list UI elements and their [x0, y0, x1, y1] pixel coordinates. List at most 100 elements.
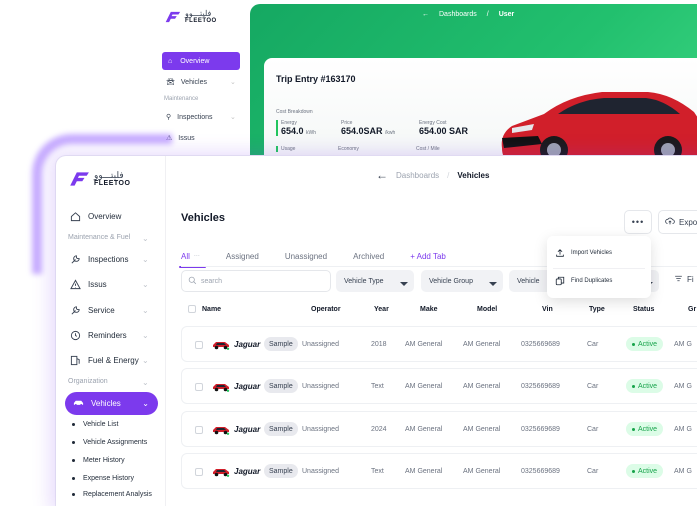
car-thumbnail-icon	[212, 424, 230, 435]
row-checkbox[interactable]	[195, 341, 203, 349]
more-options-menu: Import Vehicles Find Duplicates	[547, 236, 651, 298]
column-year[interactable]: Year	[374, 306, 389, 313]
status-badge: Active	[626, 422, 664, 436]
sidebar-subitem-vehicle-list[interactable]: Vehicle List	[72, 421, 118, 428]
sidebar-item-label: Vehicles	[91, 399, 121, 408]
menu-item-find-duplicates[interactable]: Find Duplicates	[555, 276, 612, 286]
arrow-left-icon[interactable]: ←	[376, 168, 388, 182]
export-button[interactable]: Expo	[658, 210, 697, 234]
sidebar-item-label: Inspections	[88, 254, 129, 264]
column-make[interactable]: Make	[420, 306, 438, 313]
breadcrumb-parent[interactable]: Dashboards	[396, 171, 439, 180]
sidebar-item-inspections[interactable]: Inspections ⌄	[70, 253, 149, 265]
cell-model: AM General	[463, 468, 501, 475]
sidebar-item-service[interactable]: Service ⌄	[70, 304, 149, 316]
cell-group: AM G	[674, 341, 692, 348]
sidebar-item-label: Issus	[88, 279, 107, 289]
energy-value: 654.0	[281, 126, 304, 136]
section-label: Organization	[68, 378, 108, 385]
cell-type: Car	[587, 426, 599, 433]
filters-button[interactable]: Fi	[674, 274, 694, 285]
column-status[interactable]: Status	[633, 306, 654, 313]
tab-all[interactable]: All ···	[179, 248, 206, 268]
row-checkbox[interactable]	[195, 383, 203, 391]
section-organization[interactable]: Organization ⌄	[68, 378, 149, 387]
select-all-checkbox[interactable]	[188, 305, 196, 313]
table-row[interactable]: Jaguar Sample Unassigned Text AM General AM G…	[181, 453, 697, 489]
tab-options-icon[interactable]: ···	[194, 253, 200, 259]
tab-unassigned[interactable]: Unassigned	[285, 248, 327, 264]
car-thumbnail-icon	[212, 381, 230, 392]
back-nav-overview[interactable]: ⌂ Overview	[162, 52, 240, 70]
back-nav-vehicles[interactable]: 🚘︎ Vehicles ⌄	[166, 78, 236, 87]
table-row[interactable]: Jaguar Sample Unassigned Text AM General AM G…	[181, 368, 697, 404]
sidebar-item-label: Fuel & Energy	[88, 355, 139, 365]
sidebar-item-reminders[interactable]: Reminders ⌄	[70, 329, 149, 341]
search-input[interactable]: search	[181, 270, 331, 292]
wrench-icon	[70, 254, 81, 265]
search-icon	[188, 276, 197, 287]
dropdown-label: Vehicle	[517, 277, 540, 285]
sidebar-item-fuel-energy[interactable]: Fuel & Energy ⌄	[70, 354, 149, 366]
back-nav-inspections[interactable]: ⚲ Inspections ⌄	[166, 113, 236, 122]
vehicle-group-dropdown[interactable]: Vehicle Group	[421, 270, 503, 292]
red-car-image	[498, 78, 697, 164]
sidebar-item-overview[interactable]: Overview	[70, 210, 121, 222]
price-stat: Price 654.0SAR /kwh	[338, 120, 395, 136]
cell-group: AM G	[674, 468, 692, 475]
row-checkbox[interactable]	[195, 468, 203, 476]
cell-type: Car	[587, 341, 599, 348]
sidebar-item-issues[interactable]: Issus ⌄	[70, 278, 149, 290]
tab-assigned[interactable]: Assigned	[226, 248, 259, 264]
energy-stat: Energy 654.0 kWh	[276, 120, 316, 136]
cell-make: AM General	[405, 426, 443, 433]
menu-item-label: Import Vehicles	[571, 250, 613, 256]
menu-divider	[553, 268, 645, 269]
cell-group: AM G	[674, 383, 692, 390]
cell-vin: 0325669689	[521, 383, 560, 390]
column-name[interactable]: Name	[202, 306, 221, 313]
vehicle-type-dropdown[interactable]: Vehicle Type	[336, 270, 414, 292]
back-section-maintenance: Maintenance	[164, 96, 199, 102]
sidebar: فليتـــوو FLEETOO Overview Maintenance &…	[56, 156, 166, 506]
sidebar-logo[interactable]: فليتـــوو FLEETOO	[68, 170, 130, 188]
duplicate-icon	[555, 276, 565, 286]
cell-year: Text	[371, 468, 384, 475]
sidebar-subitem-vehicle-assignments[interactable]: Vehicle Assignments	[72, 439, 147, 446]
filters-label: Fi	[687, 275, 694, 284]
column-model[interactable]: Model	[477, 306, 497, 313]
back-nav-issues-label: Issus	[178, 134, 195, 142]
arrow-left-icon[interactable]: ←	[422, 11, 429, 18]
status-badge: Active	[626, 379, 664, 393]
vehicle-name[interactable]: Jaguar	[234, 340, 260, 349]
cost-mile-label: Cost / Mile	[416, 146, 440, 152]
fleetoo-logo-icon	[164, 10, 181, 24]
more-options-button[interactable]: •••	[624, 210, 652, 234]
menu-item-label: Find Duplicates	[571, 278, 613, 284]
table-row[interactable]: Jaguar Sample Unassigned 2018 AM General AM G…	[181, 326, 697, 362]
table-row[interactable]: Jaguar Sample Unassigned 2024 AM General AM G…	[181, 411, 697, 447]
cell-year: 2018	[371, 341, 387, 348]
cell-make: AM General	[405, 468, 443, 475]
vehicle-name[interactable]: Jaguar	[234, 382, 260, 391]
back-breadcrumb-parent[interactable]: Dashboards	[439, 11, 477, 18]
app-root: فليتـــوو FLEETOO ⌂ Overview 🚘︎ Vehicles…	[0, 0, 697, 506]
sidebar-subitem-meter-history[interactable]: Meter History	[72, 457, 125, 464]
menu-item-import-vehicles[interactable]: Import Vehicles	[555, 248, 612, 258]
column-operator[interactable]: Operator	[311, 306, 341, 313]
add-tab-button[interactable]: + Add Tab	[410, 248, 446, 264]
tab-archived[interactable]: Archived	[353, 248, 384, 264]
column-group[interactable]: Gr	[688, 306, 696, 313]
column-type[interactable]: Type	[589, 306, 605, 313]
sidebar-subitem-expense-history[interactable]: Expense History	[72, 475, 134, 482]
dropdown-label: Vehicle Type	[344, 277, 384, 285]
vehicle-name[interactable]: Jaguar	[234, 425, 260, 434]
vehicle-name[interactable]: Jaguar	[234, 467, 260, 476]
cell-vin: 0325669689	[521, 468, 560, 475]
sidebar-item-vehicles[interactable]: Vehicles ⌄	[65, 392, 158, 415]
cell-year: 2024	[371, 426, 387, 433]
column-vin[interactable]: Vin	[542, 306, 553, 313]
sidebar-subitem-replacement-analysis[interactable]: Replacement Analysis	[72, 491, 152, 498]
row-checkbox[interactable]	[195, 426, 203, 434]
section-maintenance-fuel[interactable]: Maintenance & Fuel ⌄	[68, 234, 149, 243]
